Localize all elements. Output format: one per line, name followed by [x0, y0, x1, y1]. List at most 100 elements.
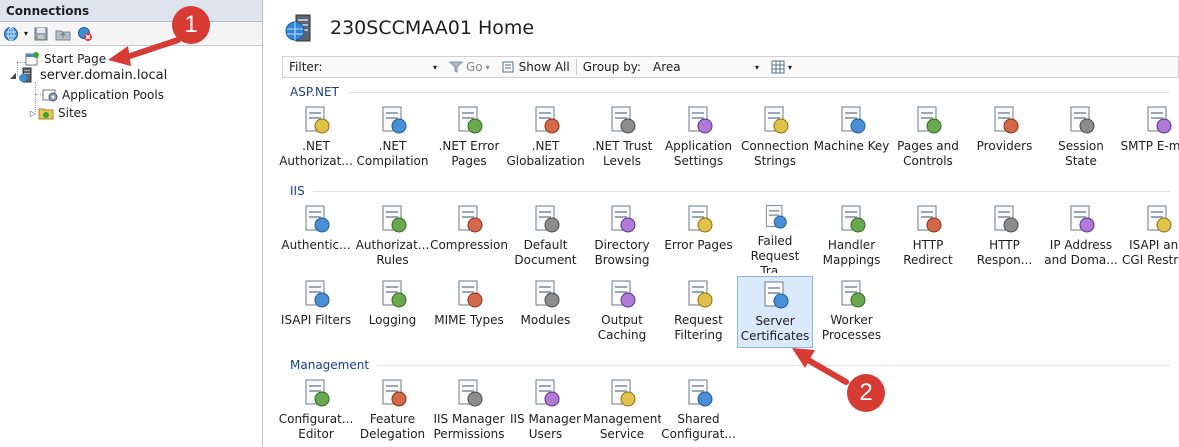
- section-header-asp-net: ASP.NET: [290, 84, 1170, 100]
- tree-item-label: Sites: [58, 106, 87, 120]
- tree-item-label: Application Pools: [62, 88, 164, 102]
- group-by-label: Group by:: [577, 57, 647, 77]
- expand-icon[interactable]: ▷: [28, 109, 38, 118]
- feature-label: Authorizat... Rules: [354, 238, 432, 268]
- feature-label: Application Settings: [660, 139, 738, 169]
- feature-http-redirect[interactable]: HTTP Redirect: [890, 201, 966, 273]
- feature-iis-manager-users[interactable]: IIS Manager Users: [508, 375, 584, 447]
- tree-item-server[interactable]: ◢ server.domain.local: [8, 66, 167, 84]
- annotation-badge-1: 1: [172, 6, 210, 44]
- feature-machine-key[interactable]: Machine Key: [814, 102, 890, 174]
- collapse-icon[interactable]: ◢: [8, 71, 18, 80]
- feature-application-settings[interactable]: Application Settings: [661, 102, 737, 174]
- compression-icon: [453, 203, 485, 235]
- feature-authorization-rules[interactable]: Authorizat... Rules: [355, 201, 431, 273]
- feature-error-pages[interactable]: Error Pages: [661, 201, 737, 273]
- tree-item-sites[interactable]: ▷ Sites: [28, 104, 87, 122]
- show-all-label: Show All: [519, 60, 570, 74]
- filter-toolbar: Filter: ▾ Go ▾ Show All Group by: Area ▾…: [282, 56, 1179, 78]
- section-header-label: ASP.NET: [290, 85, 339, 99]
- disconnect-icon[interactable]: [76, 25, 94, 43]
- net-compilation-icon: [377, 104, 409, 136]
- authentication-icon: [300, 203, 332, 235]
- feature-net-compilation[interactable]: .NET Compilation: [355, 102, 431, 174]
- feature-directory-browsing[interactable]: Directory Browsing: [584, 201, 660, 273]
- feature-label: Server Certificates: [736, 314, 814, 344]
- feature-providers[interactable]: Providers: [967, 102, 1043, 174]
- feature-label: .NET Trust Levels: [583, 139, 661, 169]
- iis-manager-permissions-icon: [453, 377, 485, 409]
- feature-pages-and-controls[interactable]: Pages and Controls: [890, 102, 966, 174]
- feature-label: Providers: [966, 139, 1044, 154]
- feature-label: HTTP Redirect: [889, 238, 967, 268]
- server-certificates-icon: [759, 279, 791, 311]
- server-icon: [18, 66, 36, 84]
- home-title-text: 230SCCMAA01 Home: [330, 17, 534, 39]
- feature-compression[interactable]: Compression: [431, 201, 507, 273]
- feature-failed-request-tracing[interactable]: Failed Request Tra...: [737, 201, 813, 273]
- feature-http-response-headers[interactable]: HTTP Respon...: [967, 201, 1043, 273]
- feature-label: Request Filtering: [660, 313, 738, 343]
- feature-session-state[interactable]: Session State: [1043, 102, 1119, 174]
- server-home-icon: [284, 11, 318, 45]
- feature-output-caching[interactable]: Output Caching: [584, 276, 660, 348]
- connect-globe-icon[interactable]: [2, 25, 20, 43]
- tree-item-label: Start Page: [44, 52, 106, 66]
- authorization-rules-icon: [377, 203, 409, 235]
- filter-dropdown-icon[interactable]: ▾: [433, 63, 437, 72]
- providers-icon: [989, 104, 1021, 136]
- up-folder-icon[interactable]: [54, 25, 72, 43]
- page-title: 230SCCMAA01 Home: [284, 10, 534, 46]
- net-error-pages-icon: [453, 104, 485, 136]
- feature-default-document[interactable]: Default Document: [508, 201, 584, 273]
- go-button[interactable]: Go ▾: [443, 57, 496, 77]
- feature-net-authorization[interactable]: .NET Authorizat...: [278, 102, 354, 174]
- feature-management-service[interactable]: Management Service: [584, 375, 660, 447]
- feature-ip-address-domain[interactable]: IP Address and Doma...: [1043, 201, 1119, 273]
- feature-connection-strings[interactable]: Connection Strings: [737, 102, 813, 174]
- feature-label: Directory Browsing: [583, 238, 661, 268]
- application-pools-icon: [42, 87, 58, 103]
- go-dropdown-icon[interactable]: ▾: [486, 63, 490, 72]
- failed-request-tracing-icon: [759, 203, 791, 231]
- mime-types-icon: [453, 278, 485, 310]
- tree-item-application-pools[interactable]: Application Pools: [42, 86, 164, 104]
- group-by-value: Area: [653, 60, 752, 74]
- directory-browsing-icon: [606, 203, 638, 235]
- feature-net-error-pages[interactable]: .NET Error Pages: [431, 102, 507, 174]
- feature-label: Feature Delegation: [354, 412, 432, 442]
- section-header-iis: IIS: [290, 183, 1170, 199]
- smtp-email-icon: [1142, 104, 1174, 136]
- feature-isapi-cgi-restrictions[interactable]: ISAPI and CGI Restri...: [1120, 201, 1179, 273]
- group-by-select[interactable]: Area ▾: [647, 57, 765, 77]
- connect-dropdown-icon[interactable]: ▾: [24, 29, 28, 38]
- feature-configuration-editor[interactable]: Configurat... Editor: [278, 375, 354, 447]
- ip-address-domain-icon: [1065, 203, 1097, 235]
- feature-handler-mappings[interactable]: Handler Mappings: [814, 201, 890, 273]
- feature-iis-manager-permissions[interactable]: IIS Manager Permissions: [431, 375, 507, 447]
- feature-label: Logging: [354, 313, 432, 328]
- feature-worker-processes[interactable]: Worker Processes: [814, 276, 890, 348]
- filter-field[interactable]: Filter: ▾: [283, 57, 443, 77]
- view-mode-button[interactable]: ▾: [765, 57, 798, 77]
- feature-isapi-filters[interactable]: ISAPI Filters: [278, 276, 354, 348]
- feature-net-trust-levels[interactable]: .NET Trust Levels: [584, 102, 660, 174]
- feature-logging[interactable]: Logging: [355, 276, 431, 348]
- application-settings-icon: [683, 104, 715, 136]
- feature-label: Connection Strings: [736, 139, 814, 169]
- feature-feature-delegation[interactable]: Feature Delegation: [355, 375, 431, 447]
- feature-label: MIME Types: [430, 313, 508, 328]
- feature-smtp-email[interactable]: SMTP E-mail: [1120, 102, 1179, 174]
- feature-shared-configuration[interactable]: Shared Configurat...: [661, 375, 737, 447]
- feature-label: .NET Error Pages: [430, 139, 508, 169]
- feature-request-filtering[interactable]: Request Filtering: [661, 276, 737, 348]
- save-icon[interactable]: [32, 25, 50, 43]
- feature-server-certificates[interactable]: Server Certificates: [737, 276, 813, 348]
- show-all-button[interactable]: Show All: [496, 57, 576, 77]
- feature-authentication[interactable]: Authentic...: [278, 201, 354, 273]
- feature-mime-types[interactable]: MIME Types: [431, 276, 507, 348]
- feature-modules[interactable]: Modules: [508, 276, 584, 348]
- feature-net-globalization[interactable]: .NET Globalization: [508, 102, 584, 174]
- feature-label: .NET Authorizat...: [277, 139, 355, 169]
- feature-label: IIS Manager Users: [507, 412, 585, 442]
